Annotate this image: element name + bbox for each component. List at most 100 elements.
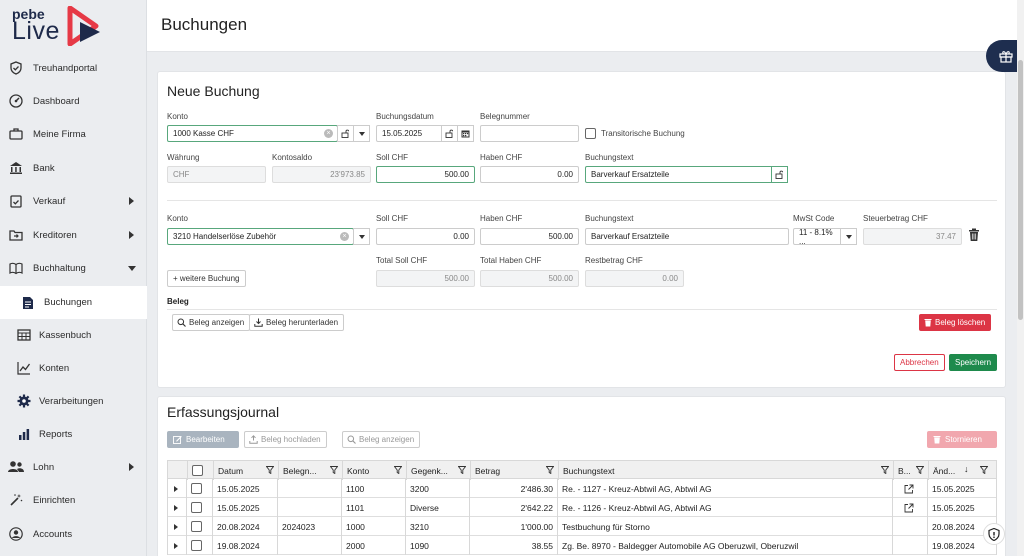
soll-value: 0.00	[453, 232, 469, 241]
soll-value: 500.00	[444, 170, 469, 179]
sidebar-item-bank[interactable]: Bank	[0, 152, 147, 184]
filter-icon[interactable]	[330, 466, 338, 474]
filter-icon[interactable]	[394, 466, 402, 474]
sidebar-item-accounts[interactable]: Accounts	[0, 518, 147, 550]
col-betrag[interactable]: Betrag	[470, 461, 558, 480]
filter-icon[interactable]	[881, 466, 889, 474]
row-expander[interactable]	[167, 517, 186, 536]
row-checkbox[interactable]	[191, 521, 202, 532]
haben-input-2[interactable]: 500.00	[480, 228, 579, 245]
calendar-icon	[461, 130, 470, 138]
sidebar-item-lohn[interactable]: Lohn	[0, 451, 147, 483]
clear-icon[interactable]: ×	[340, 232, 349, 241]
soll-input-1[interactable]: 500.00	[376, 166, 475, 183]
journal-beleg-anzeigen-button[interactable]: Beleg anzeigen	[342, 431, 421, 448]
konto-dropdown-button-2[interactable]	[353, 228, 370, 245]
beleg-anzeigen-button[interactable]: Beleg anzeigen	[172, 314, 251, 331]
haben-value: 500.00	[548, 232, 573, 241]
col-gegenkonto[interactable]: Gegenk...	[406, 461, 470, 480]
speichern-button[interactable]: Speichern	[949, 354, 998, 371]
table-row[interactable]: 19.08.2024 2000 1090 38.55 Zg. Be. 8970 …	[167, 536, 997, 555]
restbetrag-input: 0.00	[585, 270, 684, 287]
row-checkbox[interactable]	[191, 540, 202, 551]
konto-dropdown-button[interactable]	[353, 125, 370, 142]
sidebar-item-label: Buchhaltung	[33, 262, 86, 274]
cell-betrag: 2'486.30	[469, 479, 557, 498]
shield-icon	[988, 527, 1000, 541]
col-konto[interactable]: Konto	[342, 461, 406, 480]
buchungstext-input-1[interactable]: Barverkauf Ersatzteile	[585, 166, 773, 183]
sidebar-item-kassenbuch[interactable]: Kassenbuch	[0, 319, 147, 351]
calendar-button[interactable]	[457, 125, 474, 142]
transitorisch-checkbox[interactable]	[585, 128, 596, 139]
sidebar-item-reports[interactable]: Reports	[0, 418, 147, 450]
cell-beleg-link	[892, 517, 927, 536]
sidebar-item-verarbeitungen[interactable]: Verarbeitungen	[0, 385, 147, 417]
soll-input-2[interactable]: 0.00	[376, 228, 475, 245]
table-row[interactable]: 20.08.2024 2024023 1000 3210 1'000.00 Te…	[167, 517, 997, 536]
row-expander[interactable]	[167, 479, 186, 498]
buchungstext-unlock-button[interactable]	[771, 166, 788, 183]
pebe-live-logo[interactable]: pebe Live	[12, 6, 107, 48]
row-checkbox[interactable]	[191, 502, 202, 513]
beleg-hochladen-button[interactable]: Beleg hochladen	[244, 431, 327, 448]
neue-buchung-title: Neue Buchung	[167, 83, 260, 99]
sidebar-item-einrichten[interactable]: Einrichten	[0, 484, 147, 516]
table-row[interactable]: 15.05.2025 1100 3200 2'486.30 Re. - 1127…	[167, 479, 997, 498]
page-scrollbar[interactable]	[1017, 0, 1024, 556]
belegnummer-input[interactable]	[480, 125, 579, 142]
buchungsdatum-input[interactable]: 15.05.2025	[376, 125, 443, 142]
sidebar-item-verkauf[interactable]: Verkauf	[0, 185, 147, 217]
mwst-select[interactable]: 11 - 8.1% ...	[793, 228, 842, 246]
sort-desc-icon[interactable]: ↓	[964, 464, 969, 474]
haben-input-1[interactable]: 0.00	[480, 166, 579, 183]
sidebar-item-konten[interactable]: Konten	[0, 352, 147, 384]
abbrechen-button[interactable]: Abbrechen	[894, 354, 945, 371]
sidebar-item-treuhandportal[interactable]: Treuhandportal	[0, 52, 147, 84]
external-link-icon[interactable]	[904, 484, 914, 494]
filter-icon[interactable]	[266, 466, 274, 474]
col-belegnummer[interactable]: Belegn...	[278, 461, 342, 480]
security-shield-button[interactable]	[983, 523, 1005, 545]
cell-gegenkonto: Diverse	[405, 498, 469, 517]
sidebar-item-kreditoren[interactable]: Kreditoren	[0, 219, 147, 251]
document-icon	[20, 295, 36, 311]
scrollbar-thumb[interactable]	[1018, 60, 1023, 320]
clear-icon[interactable]: ×	[324, 129, 333, 138]
select-all-checkbox[interactable]	[192, 465, 203, 476]
sidebar-item-meine-firma[interactable]: Meine Firma	[0, 118, 147, 150]
konto-select-1[interactable]: 1000 Kasse CHF ×	[167, 125, 338, 142]
external-link-icon[interactable]	[904, 503, 914, 513]
filter-icon[interactable]	[916, 466, 924, 474]
stornieren-button[interactable]: Stornieren	[927, 431, 997, 448]
main-content: Buchungen Neue Buchung Konto Buchungsdat…	[147, 0, 1024, 556]
beleg-loeschen-button[interactable]: Beleg löschen	[919, 314, 992, 331]
konto-select-2[interactable]: 3210 Handelserlöse Zubehör ×	[167, 228, 354, 245]
row-expander[interactable]	[167, 498, 186, 517]
col-aenderung[interactable]: Änd... ↓	[928, 461, 998, 480]
mwst-dropdown-button[interactable]	[840, 228, 857, 245]
filter-icon[interactable]	[980, 466, 988, 474]
weitere-buchung-button[interactable]: + weitere Buchung	[167, 270, 246, 287]
filter-icon[interactable]	[546, 466, 554, 474]
line-chart-icon	[16, 360, 32, 376]
buchungsdatum-label: Buchungsdatum	[376, 112, 434, 121]
row-expander[interactable]	[167, 536, 186, 555]
beleg-herunterladen-button[interactable]: Beleg herunterladen	[249, 314, 345, 331]
unlock-button[interactable]	[337, 125, 354, 142]
col-beleg[interactable]: B...	[893, 461, 928, 480]
kontosaldo-input: 23'973.85	[272, 166, 371, 183]
date-unlock-button[interactable]	[441, 125, 458, 142]
bearbeiten-button[interactable]: Bearbeiten	[167, 431, 239, 448]
sidebar-item-dashboard[interactable]: Dashboard	[0, 85, 147, 117]
sidebar-item-buchungen[interactable]: Buchungen	[0, 286, 147, 319]
buchungstext-input-2[interactable]: Barverkauf Ersatzteile	[585, 228, 789, 245]
sidebar-item-buchhaltung[interactable]: Buchhaltung	[0, 252, 147, 284]
table-row[interactable]: 15.05.2025 1101 Diverse 2'642.22 Re. - 1…	[167, 498, 997, 517]
trash-icon[interactable]	[968, 228, 980, 242]
col-datum[interactable]: Datum	[213, 461, 278, 480]
gear-icon	[16, 393, 32, 409]
filter-icon[interactable]	[458, 466, 466, 474]
col-buchungstext[interactable]: Buchungstext	[558, 461, 893, 480]
row-checkbox[interactable]	[191, 483, 202, 494]
